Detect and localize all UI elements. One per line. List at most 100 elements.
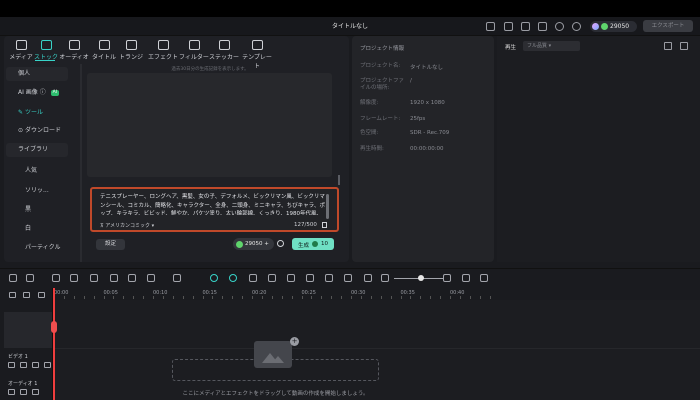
info-value: 1920 x 1080 — [410, 100, 445, 106]
gift-icon[interactable] — [486, 22, 495, 31]
sidebar-item-tool[interactable]: ✎ ツール — [6, 106, 68, 120]
video-edit-icon[interactable] — [44, 362, 51, 368]
time-ruler[interactable] — [54, 288, 700, 300]
ruler-tick — [133, 296, 135, 299]
sidebar-scrollbar[interactable] — [80, 64, 82, 262]
credits-badge[interactable]: 29050 — [590, 21, 637, 32]
tab-transition[interactable]: トランジ — [116, 40, 146, 61]
sidebar-library-item[interactable]: 白 — [25, 223, 31, 232]
split-icon[interactable] — [344, 274, 352, 282]
music-icon — [68, 40, 80, 50]
ruler-tick-label: 00:30 — [351, 290, 366, 296]
sidebar-library-item[interactable]: 黒 — [25, 204, 31, 213]
video-audio-icon[interactable] — [20, 362, 27, 368]
sun-icon[interactable] — [249, 274, 257, 282]
layers-icon[interactable] — [38, 292, 45, 298]
sidebar-item-ai-image[interactable]: AI 画像 ⓘ AI — [6, 86, 68, 100]
redo-icon[interactable] — [70, 274, 78, 282]
timeline-body[interactable] — [55, 300, 700, 400]
add-track-icon[interactable] — [9, 292, 16, 298]
ruler-tick — [341, 296, 343, 299]
sidebar-library-item[interactable]: パーティクル — [25, 242, 60, 251]
tab-music[interactable]: オーディオ — [58, 40, 90, 61]
player-panel — [497, 36, 700, 262]
export-button[interactable]: エクスポート — [643, 20, 693, 32]
ruler-tick — [420, 296, 422, 299]
tab-playback[interactable]: 再生 — [505, 43, 516, 51]
ruler-tick — [123, 296, 125, 299]
generate-button[interactable]: 生成 10 — [292, 238, 334, 250]
ruler-tick — [489, 296, 491, 299]
zoom-out-icon[interactable] — [381, 274, 389, 282]
list-icon[interactable] — [325, 274, 333, 282]
more-icon[interactable] — [480, 274, 488, 282]
speed-icon[interactable] — [173, 274, 181, 282]
audio-mute-icon[interactable] — [20, 389, 27, 395]
snapshot-icon[interactable] — [664, 42, 672, 50]
tab-effect[interactable]: エフェクト — [148, 40, 178, 61]
coin-icon — [312, 241, 318, 247]
subtitle-icon[interactable] — [364, 274, 372, 282]
ruler-tick-label: 00:25 — [301, 290, 316, 296]
drop-zone-hint: ここにメディアとエフェクトをドラッグして動画の作成を開始しましょう。 — [182, 391, 369, 397]
tab-label: フィルター — [179, 54, 209, 61]
zoom-in-icon[interactable] — [443, 274, 451, 282]
ai-tool-icon[interactable] — [210, 274, 218, 282]
video-lock-icon[interactable] — [8, 362, 15, 368]
tab-filter[interactable]: フィルター — [179, 40, 209, 61]
preview-scrollbar[interactable] — [338, 175, 340, 185]
ruler-tick — [291, 296, 293, 299]
headset-icon[interactable] — [572, 22, 581, 31]
refresh-icon[interactable] — [277, 240, 284, 247]
upload-icon[interactable] — [538, 22, 547, 31]
prompt-scrollbar[interactable] — [326, 194, 329, 219]
undo-icon[interactable] — [52, 274, 60, 282]
tab-text[interactable]: タイトル — [89, 40, 119, 61]
mic-icon[interactable] — [306, 274, 314, 282]
shield-icon[interactable] — [287, 274, 295, 282]
pointer-icon[interactable] — [26, 274, 34, 282]
quality-select[interactable]: フル品質 ▾ — [523, 41, 580, 51]
document-icon[interactable] — [504, 22, 513, 31]
image-icon[interactable] — [521, 22, 530, 31]
avatar — [592, 23, 599, 30]
crop-icon[interactable] — [128, 274, 136, 282]
sidebar-library-item[interactable]: 人気 — [25, 165, 37, 174]
delete-icon[interactable] — [90, 274, 98, 282]
fullscreen-icon[interactable] — [680, 42, 688, 50]
prompt-text[interactable]: テニスプレーヤー、ロングヘア、黒髪、女の子、デフォルメ、ビックリマン風、ビックリ… — [100, 193, 325, 215]
char-count: 127/500 — [294, 222, 317, 228]
zoom-slider-knob[interactable] — [418, 275, 424, 281]
trash-icon[interactable] — [322, 222, 327, 228]
audio-edit-icon[interactable] — [32, 389, 39, 395]
sidebar-library-item[interactable]: ソリッ... — [25, 185, 49, 194]
tab-sticker[interactable]: ステッカー — [209, 40, 239, 61]
ruler-tick — [172, 296, 174, 299]
effect-tool-icon[interactable] — [229, 274, 237, 282]
tab-label: メディア — [9, 54, 33, 61]
audio-lock-icon[interactable] — [8, 389, 15, 395]
media-icon — [15, 40, 27, 50]
style-selector[interactable]: ⊼ アメリカンコミック ▾ — [100, 222, 154, 229]
ruler-tick — [103, 296, 105, 299]
cloud-icon[interactable] — [555, 22, 564, 31]
playhead[interactable] — [53, 288, 55, 400]
settings-button[interactable]: 設定 — [96, 239, 125, 250]
sidebar-item-personal[interactable]: 個人 — [6, 67, 68, 81]
sidebar-item-library[interactable]: ライブラリ — [6, 143, 68, 157]
cut-icon[interactable] — [110, 274, 118, 282]
tab-stock[interactable]: ストック — [31, 40, 61, 61]
add-media-icon[interactable]: + — [290, 337, 299, 346]
info-label: プロジェクトファイルの場所: — [360, 78, 405, 91]
sidebar-item-download[interactable]: ⊙ ダウンロード — [6, 124, 68, 138]
ruler-tick — [321, 296, 323, 299]
video-eye-icon[interactable] — [32, 362, 39, 368]
playhead-handle[interactable] — [51, 321, 57, 333]
credit-cost-pill[interactable]: 29050 + — [233, 238, 274, 250]
text-tool-icon[interactable] — [147, 274, 155, 282]
grid-icon[interactable] — [9, 274, 17, 282]
link-icon[interactable] — [23, 292, 30, 298]
color-icon[interactable] — [268, 274, 276, 282]
layout-icon[interactable] — [462, 274, 470, 282]
project-info-heading: プロジェクト情報 — [360, 46, 405, 52]
